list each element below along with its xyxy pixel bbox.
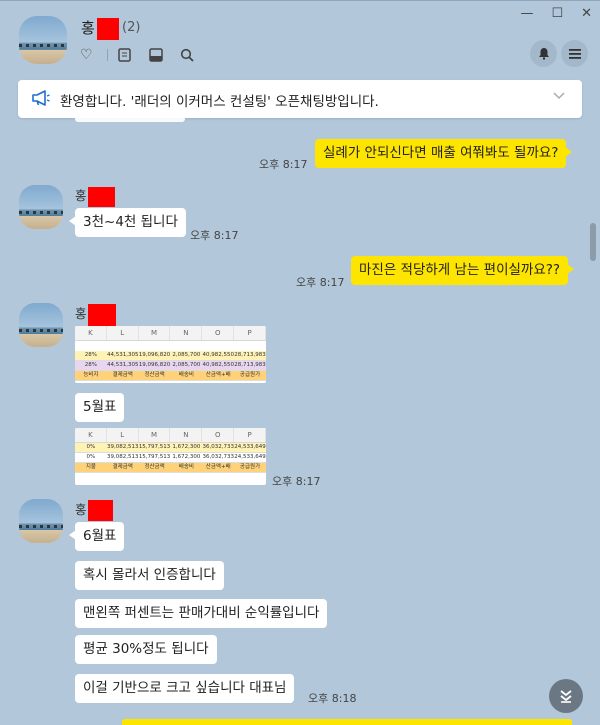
- album-icon[interactable]: [149, 46, 180, 64]
- chat-header: 홍 (2) ♡ — ☐ ✕: [0, 0, 600, 76]
- chat-room-name: 홍: [81, 17, 119, 40]
- message-bubble[interactable]: 5월표: [75, 393, 125, 422]
- chevron-down-icon[interactable]: [552, 88, 566, 104]
- notice-text: 환영합니다. '래더의 이커머스 컨설팅' 오픈채팅방입니다.: [60, 94, 379, 110]
- window-controls: — ☐ ✕: [520, 6, 592, 21]
- my-message-bubble[interactable]: 실례가 안되신다면 매출 여쭤봐도 될까요?: [315, 139, 573, 168]
- sheet-column-headers: KLMNOP: [75, 428, 266, 443]
- message-time: 오후 8:17: [296, 276, 345, 289]
- redacted-name: [96, 17, 119, 40]
- scrollbar-thumb[interactable]: [590, 223, 596, 261]
- sheet-column-headers: KLMNOP: [75, 326, 266, 341]
- sender-avatar[interactable]: [19, 499, 63, 543]
- message-bubble[interactable]: 6월표: [68, 522, 125, 551]
- partial-my-message-bubble: [122, 719, 572, 725]
- scroll-to-bottom-button[interactable]: [549, 679, 583, 713]
- close-button[interactable]: ✕: [581, 6, 592, 21]
- notes-icon[interactable]: [118, 46, 149, 64]
- notification-bell-icon[interactable]: [530, 40, 557, 67]
- sheet-blank-row: [75, 341, 266, 351]
- chat-room-avatar[interactable]: [19, 16, 67, 64]
- sheet-row: 0% 39,082,513 15,797,513 1,672,300 36,032,73…: [75, 453, 266, 463]
- sheet-row: 0% 39,082,513 15,797,513 1,672,300 36,032,73…: [75, 443, 266, 453]
- double-chevron-down-icon: [560, 690, 572, 703]
- sender-name: 홍: [75, 303, 116, 326]
- search-icon[interactable]: [180, 46, 211, 64]
- maximize-button[interactable]: ☐: [551, 6, 563, 21]
- header-toolbar: ♡: [80, 46, 211, 64]
- message-time: 오후 8:17: [190, 229, 239, 242]
- toolbar-divider: [107, 49, 108, 61]
- message-time: 오후 8:17: [272, 475, 321, 488]
- megaphone-icon: [31, 90, 51, 106]
- message-time: 오후 8:18: [308, 692, 357, 705]
- menu-icon[interactable]: [561, 40, 588, 67]
- my-message-bubble[interactable]: 마진은 적당하게 남는 편이실까요??: [351, 256, 575, 285]
- redacted-name: [87, 500, 113, 521]
- sheet-row: 28% 44,531,305 19,096,820 2,085,700 40,982,5…: [75, 361, 266, 371]
- minimize-button[interactable]: —: [520, 6, 533, 21]
- message-bubble[interactable]: 맨왼쪽 퍼센트는 판매가대비 순익률입니다: [75, 599, 328, 628]
- sender-name: 홍: [75, 185, 115, 207]
- message-bubble[interactable]: 혹시 몰라서 인증합니다: [75, 561, 224, 590]
- member-count: (2): [122, 20, 141, 35]
- redacted-name: [87, 303, 116, 326]
- sheet-row: 28% 44,531,305 19,096,820 2,085,700 40,982,5…: [75, 351, 266, 361]
- sheet-row: 지불 결제금액 정산금액 배송비 산금액+배 공급원가: [75, 463, 266, 473]
- message-time: 오후 8:17: [259, 158, 308, 171]
- sender-avatar[interactable]: [19, 185, 63, 229]
- sender-avatar[interactable]: [19, 303, 63, 347]
- message-bubble[interactable]: 3천~4천 됩니다: [69, 208, 186, 237]
- partial-message-bubble: [75, 118, 185, 122]
- notice-banner[interactable]: 환영합니다. '래더의 이커머스 컨설팅' 오픈채팅방입니다.: [18, 80, 582, 118]
- message-bubble[interactable]: 평균 30%정도 됩니다: [75, 635, 217, 664]
- message-bubble[interactable]: 이걸 기반으로 크고 싶습니다 대표님: [75, 674, 295, 703]
- sheet-row: 능비지 결제금액 정산금액 배송비 산금액+배 공급원가: [75, 371, 266, 381]
- redacted-name: [87, 186, 115, 207]
- spreadsheet-image[interactable]: KLMNOP 0% 39,082,513 15,797,513 1,672,300 36…: [75, 428, 266, 485]
- sender-name: 홍: [75, 499, 113, 521]
- spreadsheet-image[interactable]: KLMNOP 28% 44,531,305 19,096,820 2,085,700 4…: [75, 326, 266, 383]
